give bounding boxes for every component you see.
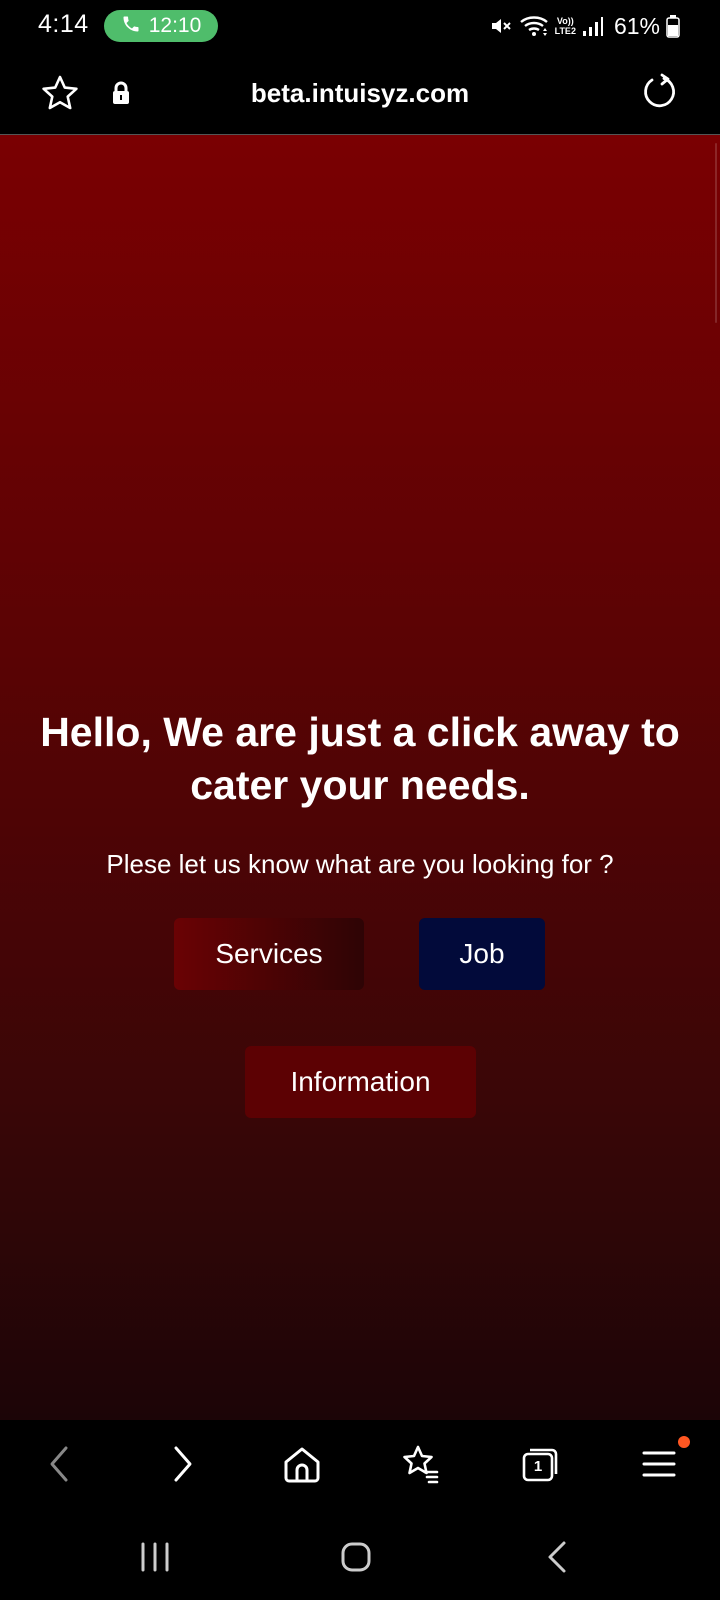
recents-icon[interactable] [132,1534,178,1580]
tab-count: 1 [533,1457,543,1475]
home-icon[interactable] [333,1534,379,1580]
mute-icon [489,14,513,38]
wifi-icon [519,14,549,38]
services-button[interactable]: Services [174,918,364,990]
back-icon[interactable] [38,1442,82,1486]
hero-subtitle: Plese let us know what are you looking f… [106,849,614,879]
notification-dot [678,1436,690,1448]
url-text[interactable]: beta.intuisyz.com [0,78,720,109]
status-indicators: Vo)) LTE2 61% [489,12,680,40]
reload-icon[interactable] [640,72,680,112]
bookmarks-icon[interactable] [398,1442,442,1486]
job-button[interactable]: Job [419,918,545,990]
menu-icon[interactable] [638,1442,682,1486]
network-type-label: Vo)) LTE2 [554,16,576,36]
battery-percent: 61% [613,12,660,39]
back-icon[interactable] [535,1534,581,1580]
browser-url-bar: beta.intuisyz.com [0,52,720,135]
phone-icon [121,14,141,39]
home-icon[interactable] [280,1442,324,1486]
call-duration: 12:10 [148,14,202,37]
signal-icon [582,15,604,37]
tabs-icon[interactable]: 1 [518,1442,562,1486]
status-bar: 4:14 12:10 Vo)) LTE2 61% [0,0,720,52]
forward-icon[interactable] [160,1442,204,1486]
web-page: Hello, We are just a click away to cater… [0,135,720,1420]
system-navigation-bar [0,1514,720,1600]
hero-headline: Hello, We are just a click away to cater… [40,709,680,808]
battery-icon [666,14,680,38]
information-button[interactable]: Information [245,1046,476,1118]
ongoing-call-chip[interactable]: 12:10 [104,10,218,42]
page-scrollbar[interactable] [715,143,717,323]
status-time: 4:14 [38,10,89,38]
browser-bottom-toolbar: 1 [0,1420,720,1514]
